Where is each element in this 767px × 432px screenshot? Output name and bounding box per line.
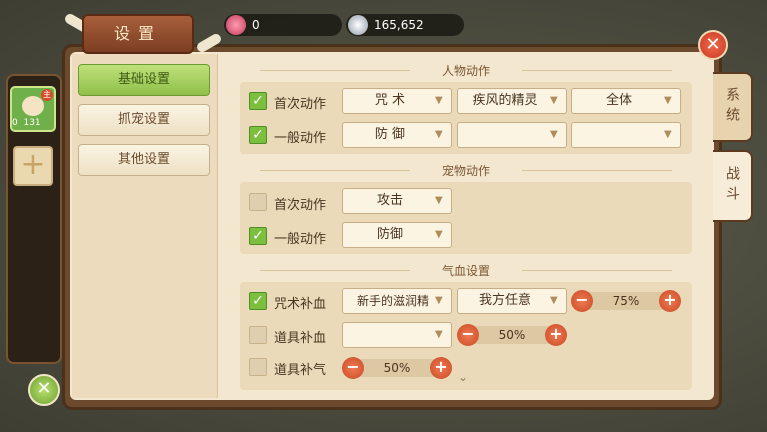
character-normal-label: 一般动作: [274, 131, 327, 146]
dropdown-arrow-icon: ▼: [435, 329, 443, 340]
pet-first-skill-select[interactable]: 攻击 ▼: [342, 188, 452, 214]
stepper-value: 75%: [581, 292, 671, 310]
page-title: 设置: [82, 14, 194, 54]
main-pet-badge: 主: [41, 89, 53, 101]
character-first-skill-select[interactable]: 咒 术 ▼: [342, 88, 452, 114]
pet-normal-label: 一般动作: [274, 232, 327, 247]
add-pet-button[interactable]: +: [13, 146, 53, 186]
pet-hp: 131: [23, 118, 41, 128]
tab-battle[interactable]: 战斗: [713, 150, 753, 222]
dropdown-arrow-icon: ▼: [550, 295, 558, 306]
close-button[interactable]: ✕: [698, 30, 728, 60]
item-mp-threshold-stepper: 50% − +: [342, 357, 452, 379]
menu-other-settings[interactable]: 其他设置: [78, 144, 210, 176]
gem-icon: [226, 15, 246, 35]
spell-heal-skill-select[interactable]: 新手的滋润精 ▼: [342, 288, 452, 314]
item-mp-checkbox[interactable]: [249, 358, 267, 376]
silver-coin-icon: [348, 15, 368, 35]
scroll-down-chevron-icon[interactable]: ⌄: [458, 370, 468, 384]
pet-level: 0: [12, 118, 18, 128]
tab-system[interactable]: 系统: [713, 72, 753, 142]
plus-button[interactable]: +: [430, 357, 452, 379]
pet-normal-checkbox[interactable]: ✓: [249, 227, 267, 245]
character-first-target-select[interactable]: 全体 ▼: [571, 88, 681, 114]
close-x-icon: ✕: [36, 378, 52, 399]
spell-heal-target-select[interactable]: 我方任意 ▼: [457, 288, 567, 314]
dropdown-arrow-icon: ▼: [435, 229, 443, 240]
stepper-value: 50%: [467, 326, 557, 344]
character-normal-checkbox[interactable]: ✓: [249, 126, 267, 144]
gem-value: 0: [252, 18, 260, 32]
pet-first-label: 首次动作: [274, 198, 327, 213]
plus-button[interactable]: +: [545, 324, 567, 346]
green-action-button[interactable]: ✕: [28, 374, 60, 406]
dropdown-arrow-icon: ▼: [435, 95, 443, 106]
section-title-pet: 宠物动作: [240, 162, 692, 179]
spell-heal-checkbox[interactable]: ✓: [249, 292, 267, 310]
item-heal-item-select[interactable]: ▼: [342, 322, 452, 348]
spell-heal-threshold-stepper: 75% − +: [571, 290, 681, 312]
dropdown-arrow-icon: ▼: [435, 195, 443, 206]
dropdown-arrow-icon: ▼: [435, 295, 443, 306]
character-first-spell-select[interactable]: 疾风的精灵 ▼: [457, 88, 567, 114]
section-title-hp: 气血设置: [240, 262, 692, 279]
item-mp-label: 道具补气: [274, 363, 327, 378]
silver-value: 165,652: [374, 18, 424, 32]
minus-button[interactable]: −: [342, 357, 364, 379]
dropdown-arrow-icon: ▼: [435, 129, 443, 140]
plus-button[interactable]: +: [659, 290, 681, 312]
character-first-label: 首次动作: [274, 97, 327, 112]
dropdown-arrow-icon: ▼: [664, 95, 672, 106]
dropdown-arrow-icon: ▼: [664, 129, 672, 140]
menu-catch-settings[interactable]: 抓宠设置: [78, 104, 210, 136]
stepper-value: 50%: [352, 359, 442, 377]
tab-system-label: 系统: [724, 87, 740, 127]
character-normal-spell-select[interactable]: ▼: [457, 122, 567, 148]
pet-first-checkbox[interactable]: [249, 193, 267, 211]
item-heal-checkbox[interactable]: [249, 326, 267, 344]
dropdown-arrow-icon: ▼: [550, 95, 558, 106]
pet-stats: 0 131: [12, 118, 41, 128]
item-heal-threshold-stepper: 50% − +: [457, 324, 567, 346]
plus-icon: +: [20, 147, 46, 182]
minus-button[interactable]: −: [457, 324, 479, 346]
item-heal-label: 道具补血: [274, 331, 327, 346]
character-first-checkbox[interactable]: ✓: [249, 92, 267, 110]
dropdown-arrow-icon: ▼: [550, 129, 558, 140]
section-title-character: 人物动作: [240, 62, 692, 79]
menu-basic-settings[interactable]: 基础设置: [78, 64, 210, 96]
character-normal-target-select[interactable]: ▼: [571, 122, 681, 148]
pet-normal-skill-select[interactable]: 防御 ▼: [342, 222, 452, 248]
pet-portrait-icon: [22, 96, 44, 116]
gem-counter: 0: [224, 14, 342, 36]
tab-battle-label: 战斗: [724, 166, 740, 206]
close-icon: ✕: [705, 34, 721, 55]
character-normal-skill-select[interactable]: 防 御 ▼: [342, 122, 452, 148]
minus-button[interactable]: −: [571, 290, 593, 312]
silver-counter: 165,652: [346, 14, 464, 36]
spell-heal-label: 咒术补血: [274, 297, 327, 312]
